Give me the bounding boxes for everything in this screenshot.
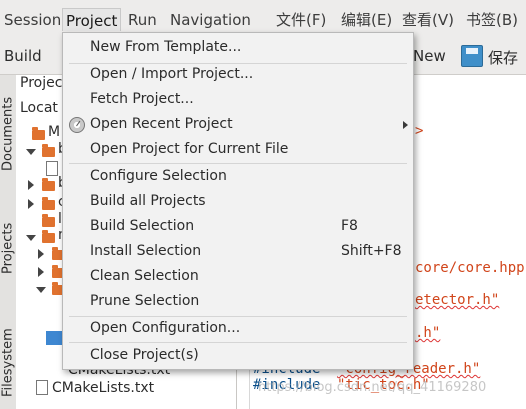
menu-item-clean-selection[interactable]: Clean Selection bbox=[63, 265, 413, 290]
menu-item-open-recent-project[interactable]: Open Recent Project bbox=[63, 113, 413, 138]
folder-icon bbox=[42, 197, 55, 210]
save-button[interactable]: 保存 bbox=[488, 47, 518, 68]
folder-icon bbox=[42, 144, 55, 157]
menu-item-label: New From Template... bbox=[90, 39, 242, 55]
menu-item-open-import-project[interactable]: Open / Import Project... bbox=[63, 63, 413, 88]
menu-item-label: Close Project(s) bbox=[90, 347, 199, 363]
menu-item-label: Fetch Project... bbox=[90, 91, 194, 107]
submenu-arrow-icon bbox=[403, 121, 408, 129]
menu-item-build-selection[interactable]: Build Selection F8 bbox=[63, 215, 413, 240]
folder-icon bbox=[42, 178, 55, 191]
menu-navigation[interactable]: Navigation bbox=[170, 10, 251, 30]
file-icon bbox=[46, 161, 58, 176]
folder-icon bbox=[42, 230, 55, 243]
watermark: https://blog.csdn.net/qq_41169280 bbox=[258, 380, 487, 395]
tree-item[interactable]: M bbox=[48, 124, 60, 140]
menu-item-label: Open Project for Current File bbox=[90, 141, 289, 157]
menu-item-new-from-template[interactable]: New From Template... bbox=[63, 36, 413, 61]
menu-item-open-configuration[interactable]: Open Configuration... bbox=[63, 317, 413, 342]
menu-item-shortcut: Shift+F8 bbox=[341, 243, 402, 259]
side-tab-strip: Documents Projects Filesystem bbox=[0, 75, 17, 409]
menu-item-configure-selection[interactable]: Configure Selection bbox=[63, 165, 413, 190]
menu-project[interactable]: Project bbox=[62, 8, 122, 31]
code-line: etector.h" bbox=[415, 292, 500, 308]
menu-item-shortcut: F8 bbox=[341, 218, 358, 234]
code-line: > bbox=[415, 123, 424, 139]
expand-arrow-icon[interactable] bbox=[38, 249, 44, 259]
expand-arrow-icon[interactable] bbox=[28, 180, 34, 190]
project-menu-dropdown: New From Template... Open / Import Proje… bbox=[62, 32, 414, 370]
panel-title: Projec bbox=[20, 75, 63, 91]
expand-arrow-icon[interactable] bbox=[36, 287, 46, 293]
recent-icon bbox=[69, 117, 85, 133]
locate-label[interactable]: Locat bbox=[20, 100, 58, 116]
menu-item-label: Configure Selection bbox=[90, 168, 227, 184]
menu-item-build-all-projects[interactable]: Build all Projects bbox=[63, 190, 413, 215]
menu-separator bbox=[69, 342, 407, 343]
menu-run[interactable]: Run bbox=[128, 10, 157, 30]
tab-filesystem[interactable]: Filesystem bbox=[0, 320, 17, 405]
tab-projects[interactable]: Projects bbox=[0, 215, 17, 281]
new-button[interactable]: New bbox=[413, 47, 446, 65]
expand-arrow-icon[interactable] bbox=[26, 235, 36, 241]
menu-item-close-projects[interactable]: Close Project(s) bbox=[63, 344, 413, 369]
menu-edit[interactable]: 编辑(E) bbox=[341, 10, 392, 30]
menu-item-label: Clean Selection bbox=[90, 268, 199, 284]
menu-item-prune-selection[interactable]: Prune Selection bbox=[63, 290, 413, 315]
menu-item-label: Prune Selection bbox=[90, 293, 200, 309]
menu-separator bbox=[69, 163, 407, 164]
menu-item-open-project-current-file[interactable]: Open Project for Current File bbox=[63, 138, 413, 163]
folder-icon bbox=[42, 214, 55, 227]
tab-documents[interactable]: Documents bbox=[0, 89, 17, 179]
build-button[interactable]: Build bbox=[4, 47, 42, 65]
menu-file[interactable]: 文件(F) bbox=[276, 10, 326, 30]
expand-arrow-icon[interactable] bbox=[26, 149, 36, 155]
menu-session[interactable]: Session bbox=[4, 10, 61, 30]
folder-icon bbox=[32, 127, 45, 140]
menu-bookmarks[interactable]: 书签(B) bbox=[466, 10, 518, 30]
menu-item-label: Build Selection bbox=[90, 218, 195, 234]
expand-arrow-icon[interactable] bbox=[28, 199, 34, 209]
menu-item-label: Open Recent Project bbox=[90, 116, 233, 132]
tree-item-file[interactable]: CMakeLists.txt bbox=[52, 380, 154, 396]
menu-item-fetch-project[interactable]: Fetch Project... bbox=[63, 88, 413, 113]
menu-view[interactable]: 查看(V) bbox=[402, 10, 454, 30]
file-icon bbox=[36, 380, 48, 395]
menu-item-label: Build all Projects bbox=[90, 193, 206, 209]
menu-item-label: Open / Import Project... bbox=[90, 66, 254, 82]
menu-item-label: Install Selection bbox=[90, 243, 202, 259]
expand-arrow-icon[interactable] bbox=[38, 267, 44, 277]
code-line: core/core.hpp bbox=[415, 260, 525, 276]
code-line: .h" bbox=[415, 325, 441, 341]
save-icon[interactable] bbox=[461, 45, 483, 67]
menu-item-install-selection[interactable]: Install Selection Shift+F8 bbox=[63, 240, 413, 265]
menu-item-label: Open Configuration... bbox=[90, 320, 241, 336]
